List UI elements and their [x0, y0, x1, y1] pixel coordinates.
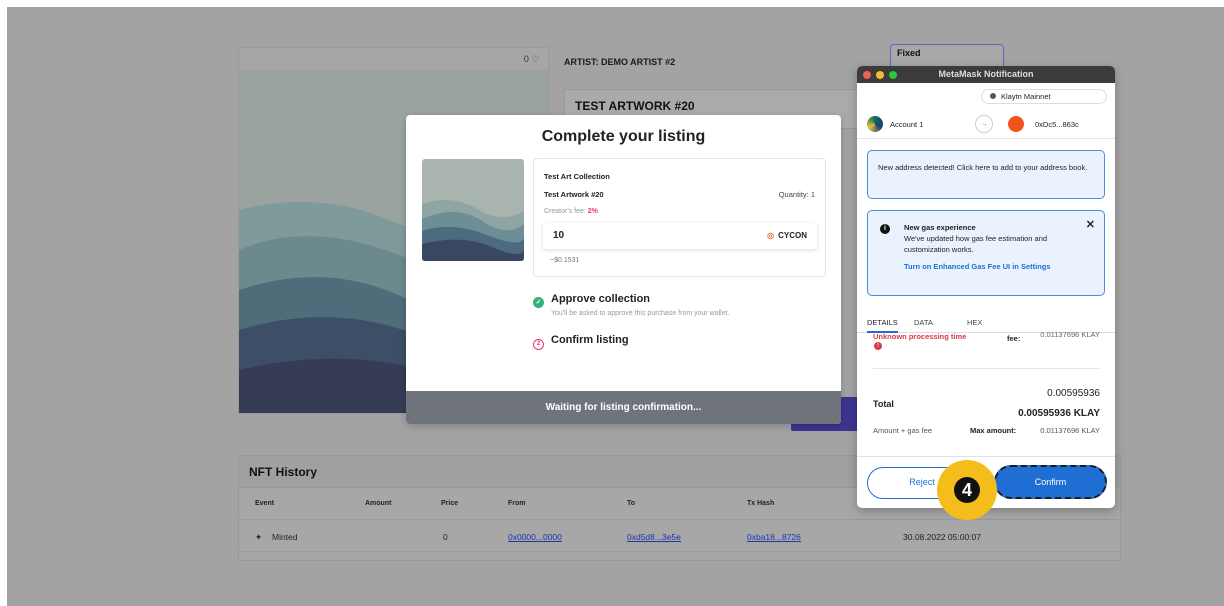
confirm-button[interactable]: Confirm: [994, 465, 1107, 499]
network-icon: [990, 93, 996, 99]
currency-label: ◎ CYCON: [767, 231, 807, 240]
artwork-name: Test Artwork #20: [544, 190, 604, 199]
artwork-thumbnail: [422, 159, 524, 261]
step-number: 4: [954, 477, 980, 503]
step1-title: Approve collection: [551, 293, 651, 305]
max-amount-label: Max amount:: [970, 426, 1017, 435]
tab-data[interactable]: DATA: [914, 318, 933, 327]
col-tx-hash: Tx Hash: [747, 500, 775, 507]
metamask-window: MetaMask Notification Klaytn Mainnet Acc…: [857, 66, 1115, 508]
total-label: Total: [873, 399, 894, 409]
check-circle-icon: ✓: [533, 297, 544, 308]
step2-title: Confirm listing: [551, 334, 629, 346]
row-date: 30.08.2022 05:00:07: [903, 532, 981, 542]
row-to-link[interactable]: 0xd5d8...3e5e: [627, 532, 681, 542]
max-amount-value: 0.01137696 KLAY: [1040, 426, 1100, 435]
row-price: 0: [443, 532, 448, 542]
price-input[interactable]: 10 ◎ CYCON: [543, 223, 817, 249]
fee-label: fee:: [1007, 334, 1021, 343]
step1-subtitle: You'll be asked to approve this purchase…: [551, 310, 730, 317]
marketplace-page: 0 ♡ ARTIST: DEMO ARTIST #2 TEST ARTWORK …: [7, 7, 1224, 606]
row-tx-link[interactable]: 0xba18...8726: [747, 532, 801, 542]
waiting-footer: Waiting for listing confirmation...: [406, 391, 841, 424]
step-confirm-listing: 2 Confirm listing: [533, 334, 629, 350]
row-event: Minted: [272, 532, 298, 542]
maximize-window-icon[interactable]: [889, 71, 897, 79]
account-name: Account 1: [890, 120, 924, 129]
collection-name: Test Art Collection: [544, 172, 610, 181]
tab-details[interactable]: DETAILS: [867, 318, 898, 333]
amount-gas-label: Amount + gas fee: [873, 426, 932, 435]
cycon-icon: ◎: [767, 231, 775, 240]
close-window-icon[interactable]: [863, 71, 871, 79]
listing-modal: Complete your listing Test Art Collectio…: [406, 115, 841, 424]
warning-icon: !: [874, 342, 882, 350]
price-value: 10: [553, 230, 565, 241]
recipient-avatar: [1008, 116, 1024, 132]
artwork-title: TEST ARTWORK #20: [575, 99, 695, 113]
total-value: 0.00595936: [1047, 388, 1100, 399]
details-divider: [873, 368, 1099, 369]
col-to: To: [627, 500, 636, 507]
col-event: Event: [255, 500, 275, 507]
col-price: Price: [441, 500, 459, 507]
processing-time: Unknown processing time: [873, 332, 967, 341]
enhanced-gas-link[interactable]: Turn on Enhanced Gas Fee UI in Settings: [904, 261, 1094, 272]
sparkle-icon: ✦: [255, 532, 263, 542]
account-avatar: [867, 116, 883, 132]
quantity: Quantity: 1: [778, 190, 815, 199]
step-number-badge: 4: [937, 460, 997, 520]
recipient-address[interactable]: 0xDc5...863c: [1035, 120, 1079, 129]
metamask-titlebar: MetaMask Notification: [857, 66, 1115, 83]
heart-icon[interactable]: ♡: [532, 54, 540, 65]
tab-hex[interactable]: HEX: [967, 318, 982, 327]
creator-fee-label: Creator's fee:: [544, 208, 586, 215]
usd-estimate: ~$0.1531: [550, 257, 580, 264]
network-name: Klaytn Mainnet: [1001, 92, 1051, 101]
creator-fee-value: 2%: [587, 208, 598, 215]
like-count: 0: [523, 54, 529, 64]
account-row: Account 1 → 0xDc5...863c: [857, 109, 1115, 139]
arrow-right-icon: →: [975, 115, 993, 133]
metamask-title: MetaMask Notification: [938, 69, 1034, 79]
step-approve-collection: ✓ Approve collection: [533, 293, 650, 308]
gas-title: New gas experience: [904, 223, 976, 232]
step-two-spinner-icon: 2: [533, 339, 544, 350]
table-row: ✦ Minted 0 0x0000...0000 0xd5d8...3e5e 0…: [239, 520, 1120, 552]
gas-body: We've updated how gas fee estimation and…: [904, 234, 1048, 254]
info-icon: i: [880, 224, 890, 234]
col-from: From: [508, 500, 526, 507]
gas-experience-banner: i ✕ New gas experience We've updated how…: [867, 210, 1105, 296]
currency-text: CYCON: [778, 231, 807, 240]
fee-value: 0.01137696 KLAY: [1040, 330, 1100, 339]
modal-title: Complete your listing: [541, 128, 706, 145]
tx-details: Unknown processing time ! fee: 0.0113769…: [857, 330, 1115, 454]
new-address-alert[interactable]: New address detected! Click here to add …: [867, 150, 1105, 199]
artist-label: ARTIST: DEMO ARTIST #2: [564, 57, 676, 67]
col-amount: Amount: [365, 500, 392, 507]
close-icon[interactable]: ✕: [1086, 220, 1095, 231]
row-from-link[interactable]: 0x0000...0000: [508, 532, 562, 542]
listing-summary-card: Test Art Collection Test Artwork #20 Qua…: [533, 158, 826, 277]
artwork-topbar: 0 ♡: [239, 48, 548, 70]
network-selector[interactable]: Klaytn Mainnet: [981, 89, 1107, 104]
creator-fee: Creator's fee: 2%: [544, 208, 598, 215]
minimize-window-icon[interactable]: [876, 71, 884, 79]
total-klay: 0.00595936 KLAY: [1018, 408, 1100, 419]
